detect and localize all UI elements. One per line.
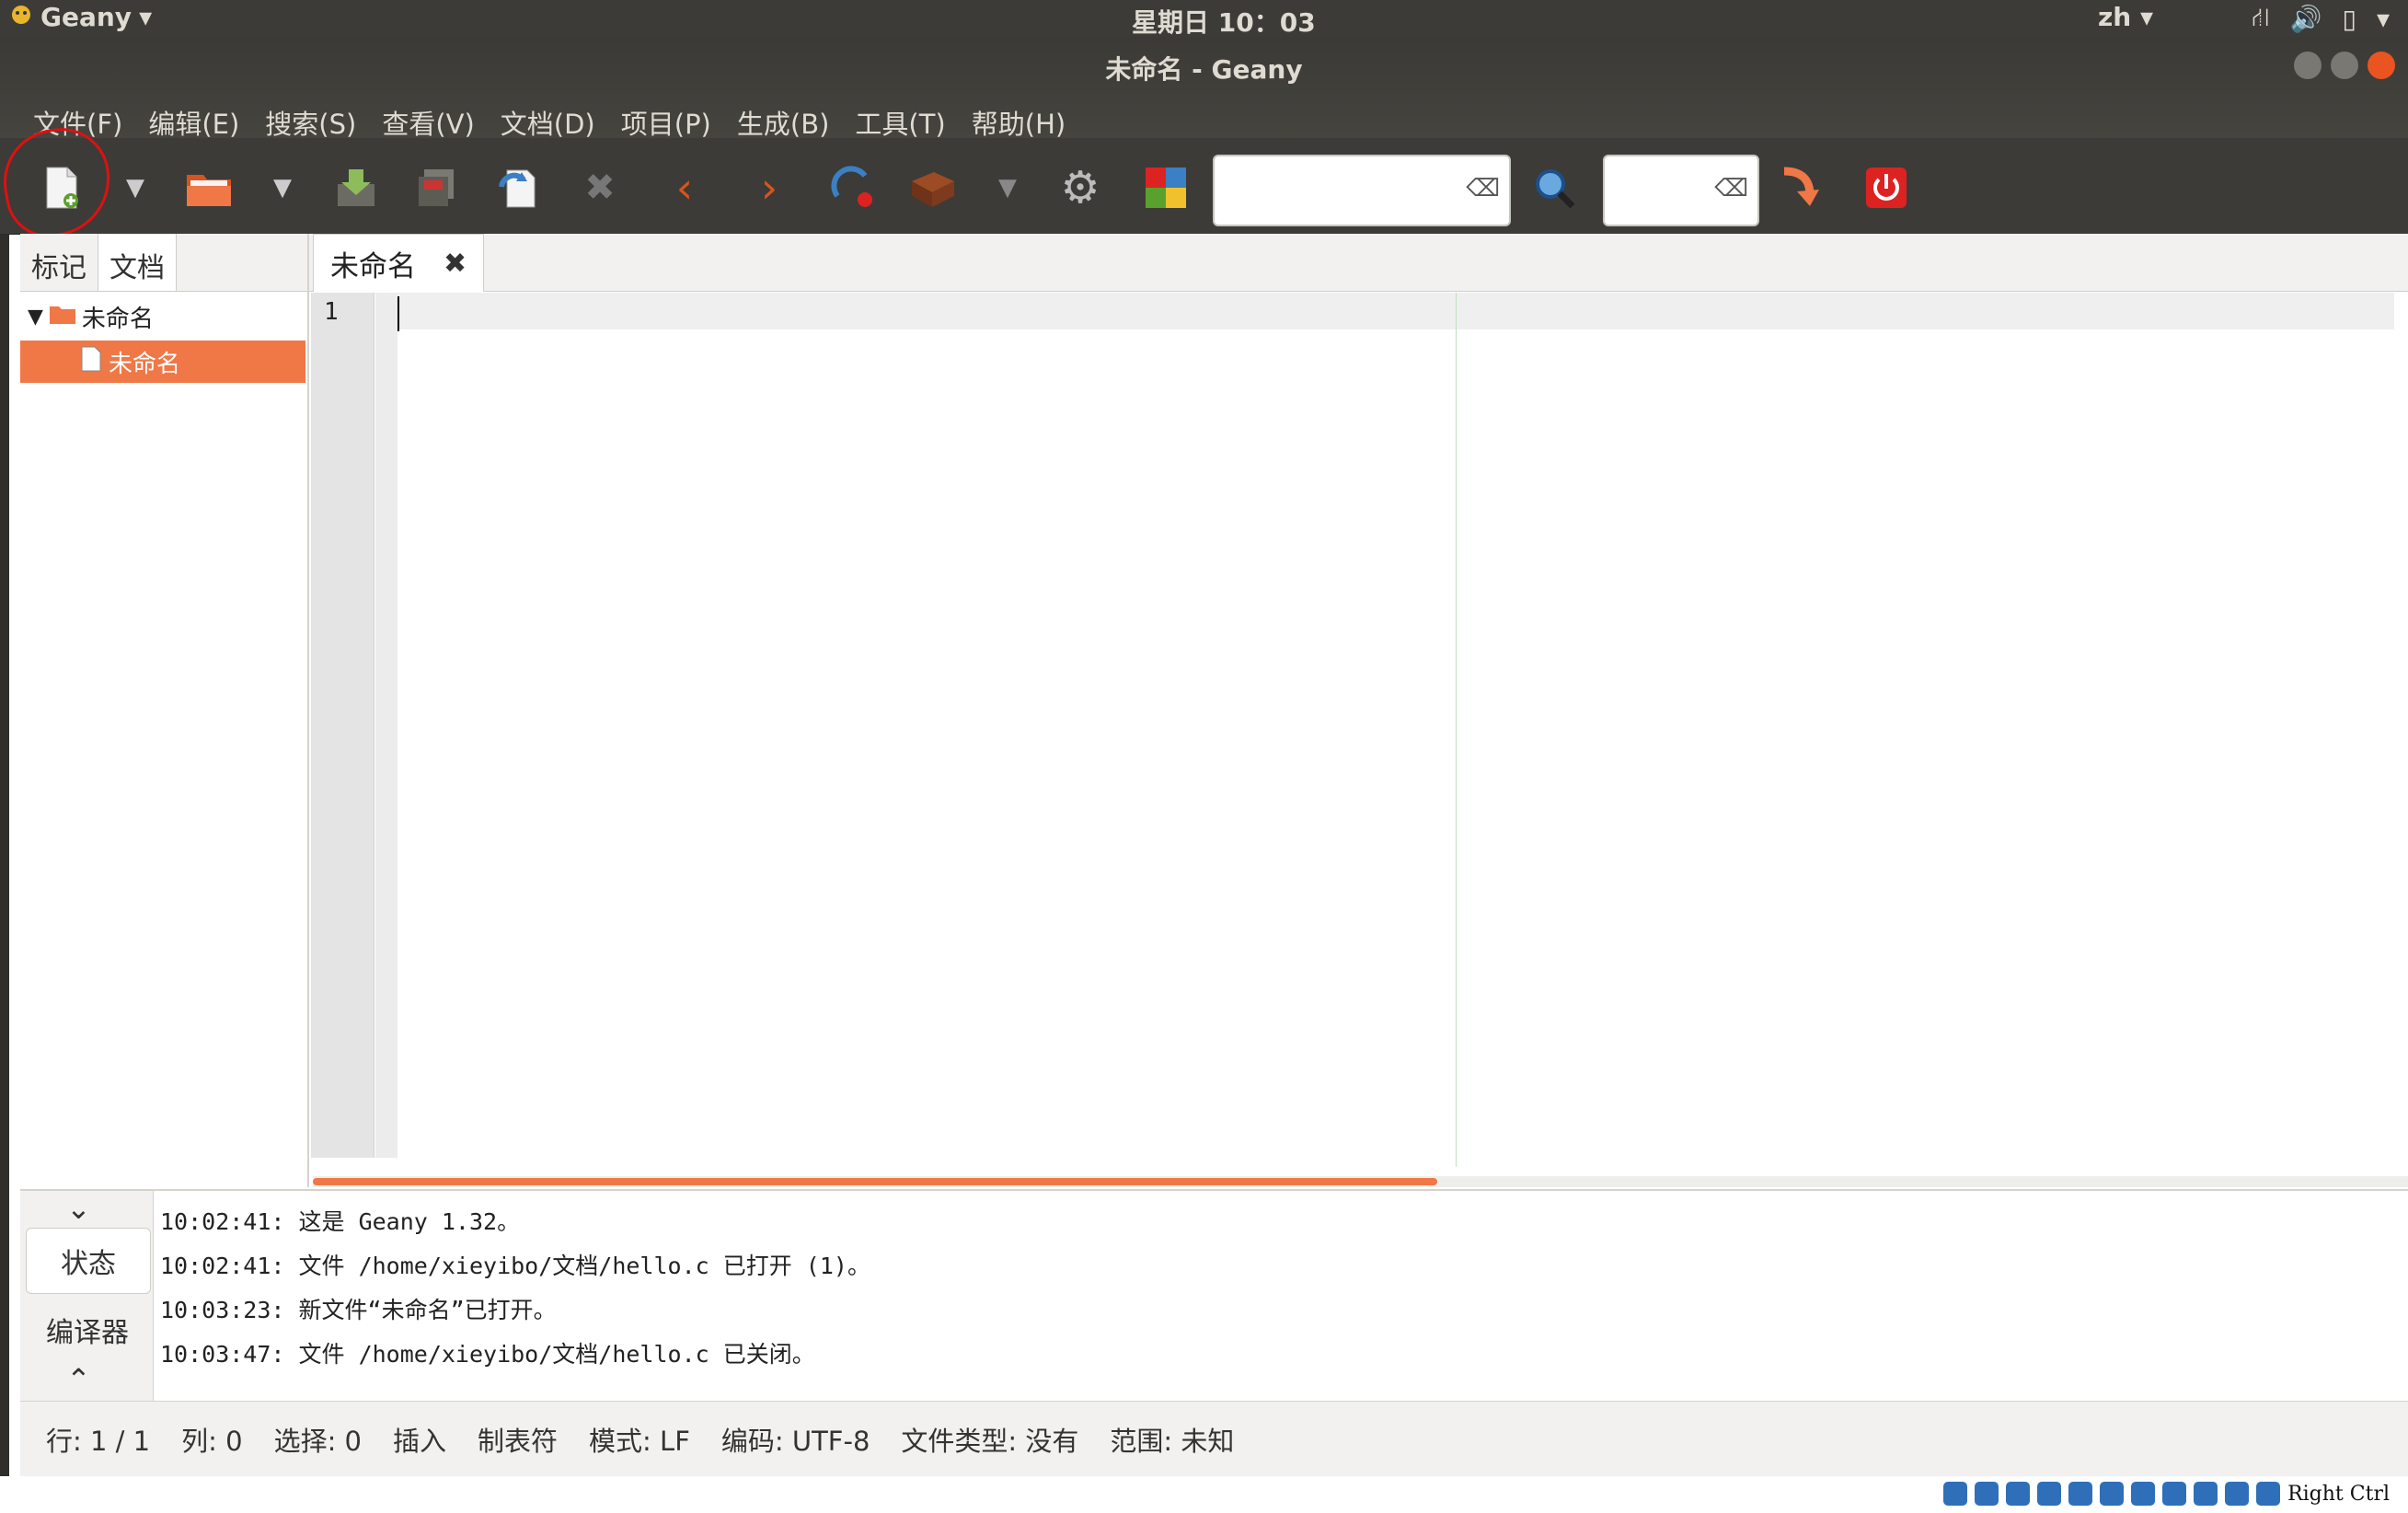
search-icon[interactable] — [1531, 162, 1577, 214]
tree-document-label: 未命名 — [109, 350, 181, 378]
log-line: 10:03:23: 新文件“未命名”已打开。 — [160, 1297, 557, 1323]
line-number-gutter: 1 — [311, 293, 374, 1158]
power-menu-icon[interactable]: ▾ — [2377, 4, 2390, 34]
status-eol: 模式: LF — [589, 1425, 690, 1457]
window-title: 未命名 - Geany — [1105, 54, 1303, 85]
network-adapter-icon[interactable] — [2037, 1482, 2062, 1506]
back-icon[interactable]: ‹ — [666, 162, 703, 214]
message-panel: ⌄ 状态 编译器 ⌃ 10:02:41: 这是 Geany 1.32。 10:0… — [20, 1189, 2408, 1401]
document-tab-label: 未命名 — [330, 249, 416, 283]
clear-icon[interactable]: ⌫ — [1714, 175, 1748, 202]
tree-folder-label: 未命名 — [81, 306, 154, 333]
usb-icon[interactable] — [2068, 1482, 2093, 1506]
sidebar-tabs: 标记 文档 — [20, 234, 307, 292]
tab-compiler[interactable]: 编译器 — [26, 1298, 149, 1362]
fold-margin — [375, 293, 397, 1158]
current-line-highlight[interactable] — [397, 293, 2394, 329]
status-insert-mode: 插入 — [393, 1425, 447, 1457]
editor-area: 未命名 ✖ 1 — [309, 234, 2408, 1187]
status-indent: 制表符 — [478, 1425, 559, 1457]
status-col: 列: 0 — [181, 1425, 243, 1457]
goto-line-input[interactable]: ⌫ — [1603, 155, 1759, 226]
close-window-button[interactable] — [2368, 52, 2395, 79]
message-tabs: ⌄ 状态 编译器 ⌃ — [20, 1191, 154, 1401]
chevron-down-icon[interactable]: ⌄ — [66, 1191, 91, 1226]
host-key-label: Right Ctrl — [2287, 1482, 2390, 1506]
tab-symbols[interactable]: 标记 — [20, 234, 98, 291]
status-bar: 行: 1 / 1 列: 0 选择: 0 插入 制表符 模式: LF 编码: UT… — [20, 1401, 2408, 1476]
keyboard-capture-icon[interactable] — [2256, 1482, 2281, 1506]
preferences-gear-icon[interactable]: ⚙ — [1054, 162, 1106, 214]
vm-status-bar: Right Ctrl — [0, 1476, 2408, 1513]
shared-folder-icon[interactable] — [2100, 1482, 2125, 1506]
long-line-marker — [1456, 293, 1457, 1167]
app-name: Geany — [40, 2, 132, 32]
status-filetype: 文件类型: 没有 — [901, 1425, 1079, 1457]
line-number: 1 — [324, 298, 339, 326]
dropdown-arrow-icon[interactable]: ▼ — [994, 162, 1021, 214]
language-label: zh — [2098, 2, 2132, 32]
dropdown-arrow-icon[interactable]: ▼ — [269, 162, 296, 214]
maximize-button[interactable] — [2331, 52, 2358, 79]
status-line: 行: 1 / 1 — [46, 1425, 151, 1457]
log-line: 10:02:41: 文件 /home/xieyibo/文档/hello.c 已打… — [160, 1253, 870, 1279]
clear-icon[interactable]: ⌫ — [1466, 175, 1500, 202]
search-input[interactable]: ⌫ — [1213, 155, 1511, 226]
build-icon[interactable] — [907, 162, 959, 214]
battery-icon[interactable]: ▯ — [2343, 4, 2356, 34]
mouse-integration-icon[interactable] — [2225, 1482, 2250, 1506]
close-icon[interactable]: ✖ — [580, 162, 620, 214]
tree-folder-item[interactable]: ▼ 未命名 — [28, 300, 154, 334]
save-icon[interactable] — [333, 162, 379, 214]
sidebar: 标记 文档 ▼ 未命名 未命名 — [20, 234, 309, 1187]
message-log: 10:02:41: 这是 Geany 1.32。 10:02:41: 文件 /h… — [160, 1200, 870, 1377]
revert-icon[interactable] — [497, 162, 543, 214]
volume-icon[interactable]: 🔊 — [2290, 4, 2322, 34]
display-icon[interactable] — [2131, 1482, 2156, 1506]
close-tab-icon[interactable]: ✖ — [444, 248, 467, 280]
status-scope: 范围: 未知 — [1110, 1425, 1235, 1457]
tab-documents[interactable]: 文档 — [98, 234, 177, 291]
log-line: 10:03:47: 文件 /home/xieyibo/文档/hello.c 已关… — [160, 1341, 815, 1368]
tree-document-item[interactable]: 未命名 — [20, 341, 305, 383]
status-selection: 选择: 0 — [273, 1425, 363, 1457]
document-tab[interactable]: 未命名 ✖ — [313, 234, 485, 292]
folder-icon — [49, 303, 76, 331]
network-icon[interactable]: ⛙ — [2252, 2, 2270, 36]
document-tabs: 未命名 ✖ — [309, 234, 2408, 292]
open-folder-icon[interactable] — [184, 162, 234, 214]
chevron-up-icon[interactable]: ⌃ — [66, 1362, 91, 1397]
input-language[interactable]: zh ▾ — [2098, 2, 2153, 32]
audio-icon[interactable] — [2006, 1482, 2031, 1506]
goto-line-icon[interactable] — [1776, 162, 1822, 214]
status-encoding: 编码: UTF-8 — [720, 1425, 870, 1457]
recording-icon[interactable] — [2162, 1482, 2187, 1506]
dropdown-arrow-icon[interactable]: ▼ — [121, 162, 149, 214]
expander-down-icon[interactable]: ▼ — [28, 306, 43, 329]
toolbar: ▼ ▼ ✖ ‹ › ▼ ⚙ ⌫ ⌫ — [0, 138, 2408, 235]
color-chooser-icon[interactable] — [1141, 162, 1191, 214]
forward-icon[interactable]: › — [751, 162, 788, 214]
cpu-icon[interactable] — [2194, 1482, 2218, 1506]
text-caret — [397, 296, 399, 331]
geany-logo-icon — [9, 2, 33, 32]
scrollbar-thumb[interactable] — [313, 1178, 1437, 1185]
compile-icon[interactable] — [828, 162, 878, 214]
optical-drive-icon[interactable] — [1975, 1482, 1999, 1506]
hard-disk-icon[interactable] — [1943, 1482, 1968, 1506]
vm-indicators: Right Ctrl — [1943, 1482, 2390, 1506]
minimize-button[interactable] — [2294, 52, 2322, 79]
window-controls — [2294, 52, 2395, 79]
log-line: 10:02:41: 这是 Geany 1.32。 — [160, 1208, 521, 1235]
system-top-panel: Geany ▾ 星期日 10：03 zh ▾ ⛙ 🔊 ▯ ▾ — [0, 0, 2408, 40]
quit-icon[interactable] — [1864, 162, 1908, 214]
document-icon — [81, 346, 101, 378]
chevron-down-icon: ▾ — [139, 2, 153, 32]
system-tray: ⛙ 🔊 ▯ ▾ — [2252, 2, 2390, 36]
clock[interactable]: 星期日 10：03 — [1132, 3, 1316, 40]
save-all-icon[interactable] — [416, 162, 458, 214]
app-menu[interactable]: Geany ▾ — [9, 2, 152, 32]
tab-status[interactable]: 状态 — [26, 1228, 151, 1294]
